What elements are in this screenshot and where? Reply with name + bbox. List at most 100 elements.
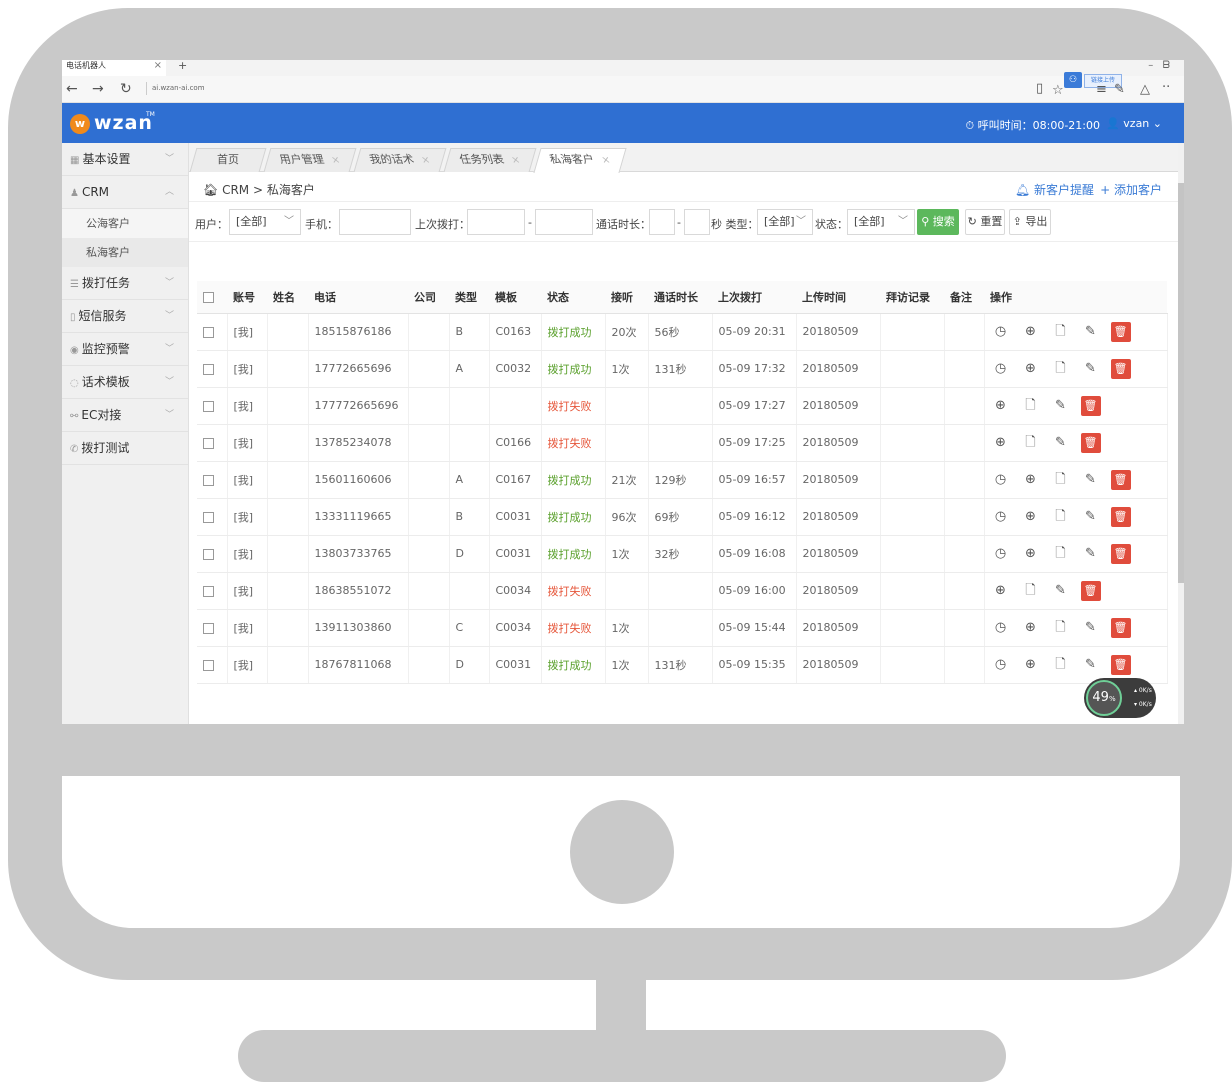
url-field[interactable]: ai.wzan-ai.com (152, 84, 205, 92)
checkbox-icon[interactable] (203, 363, 214, 375)
tab-my-scripts[interactable]: 我的话术 × (353, 148, 447, 172)
network-speed-widget[interactable]: 49% ▴ 0K/s ▾ 0K/s (1084, 678, 1156, 718)
row-checkbox[interactable] (197, 424, 228, 462)
sidebar-item-call-tasks[interactable]: ☰ 拨打任务 ﹀ (62, 267, 188, 300)
add-circle-icon[interactable]: ⊕ (1021, 471, 1041, 489)
document-icon[interactable]: 🗋︎ (1051, 545, 1071, 563)
checkbox-icon[interactable] (203, 659, 214, 671)
table-row[interactable]: [我] 18767811068 D C0031 拨打成功 1次 131秒 05-09 15:3… (197, 646, 1168, 684)
new-tab-icon[interactable]: + (178, 60, 187, 72)
add-circle-icon[interactable]: ⊕ (991, 397, 1011, 415)
column-header[interactable]: 拜访记录 (880, 281, 944, 314)
table-row[interactable]: [我] 18515876186 B C0163 拨打成功 20次 56秒 05-09 20:3… (197, 313, 1168, 351)
document-icon[interactable]: 🗋︎ (1021, 434, 1041, 452)
table-row[interactable]: [我] 13911303860 C C0034 拨打失败 1次 05-09 15:44 201… (197, 609, 1168, 647)
column-header[interactable]: 姓名 (267, 281, 308, 314)
delete-icon[interactable]: 🗑︎ (1080, 580, 1101, 601)
add-circle-icon[interactable]: ⊕ (1021, 656, 1041, 674)
column-header[interactable]: 上次拨打 (712, 281, 796, 314)
clock-icon[interactable]: ◷ (991, 471, 1011, 489)
clock-icon[interactable]: ◷ (991, 656, 1011, 674)
row-checkbox[interactable] (197, 572, 228, 610)
table-row[interactable]: [我] 18638551072 C0034 拨打失败 05-09 16:00 201805… (197, 572, 1168, 610)
table-row[interactable]: [我] 13331119665 B C0031 拨打成功 96次 69秒 05-09 16:1… (197, 498, 1168, 536)
column-header[interactable]: 账号 (227, 281, 267, 314)
document-icon[interactable]: 🗋︎ (1051, 656, 1071, 674)
column-header[interactable]: 通话时长 (648, 281, 712, 314)
sidebar-item-crm[interactable]: ♟ CRM ︿ (62, 176, 188, 209)
browser-tab[interactable]: 电话机器人 × (62, 60, 166, 76)
edit-icon[interactable]: ✎ (1081, 656, 1101, 674)
edit-icon[interactable]: ✎ (1051, 397, 1071, 415)
breadcrumb-root[interactable]: CRM (222, 183, 249, 197)
checkbox-icon[interactable] (203, 400, 214, 412)
sidebar-item-call-test[interactable]: ✆ 拨打测试 (62, 432, 188, 465)
column-header[interactable]: 模板 (489, 281, 541, 314)
row-checkbox[interactable] (197, 535, 228, 573)
edit-icon[interactable]: ✎ (1081, 545, 1101, 563)
document-icon[interactable]: 🗋︎ (1051, 619, 1071, 637)
edit-icon[interactable]: ✎ (1051, 434, 1071, 452)
delete-icon[interactable]: 🗑︎ (1080, 432, 1101, 453)
checkbox-icon[interactable] (203, 622, 214, 634)
delete-icon[interactable]: 🗑︎ (1080, 395, 1101, 416)
add-customer-button[interactable]: + 添加客户 (1100, 181, 1162, 198)
forward-icon[interactable]: → (92, 81, 104, 97)
delete-icon[interactable]: 🗑︎ (1110, 469, 1131, 490)
row-checkbox[interactable] (197, 313, 228, 351)
reader-icon[interactable]: ▯ (1036, 81, 1043, 96)
add-circle-icon[interactable]: ⊕ (991, 434, 1011, 452)
column-header[interactable]: 电话 (308, 281, 408, 314)
more-icon[interactable]: ·· (1162, 80, 1170, 95)
checkbox-icon[interactable] (203, 511, 214, 523)
close-icon[interactable]: × (154, 60, 162, 72)
checkbox-icon[interactable] (203, 291, 214, 303)
phone-input[interactable] (339, 209, 411, 235)
delete-icon[interactable]: 🗑︎ (1110, 543, 1131, 564)
edit-icon[interactable]: ✎ (1081, 619, 1101, 637)
column-header[interactable]: 类型 (449, 281, 489, 314)
refresh-icon[interactable]: ↻ (120, 81, 132, 97)
add-circle-icon[interactable]: ⊕ (1021, 323, 1041, 341)
table-row[interactable]: [我] 15601160606 A C0167 拨打成功 21次 129秒 05-09 16:… (197, 461, 1168, 499)
document-icon[interactable]: 🗋︎ (1051, 360, 1071, 378)
last-call-end-input[interactable] (535, 209, 593, 235)
column-header[interactable]: 上传时间 (796, 281, 880, 314)
duration-max-input[interactable] (684, 209, 710, 235)
extension-icon[interactable]: ⚇ (1064, 72, 1082, 88)
clock-icon[interactable]: ◷ (991, 508, 1011, 526)
document-icon[interactable]: 🗋︎ (1021, 397, 1041, 415)
clock-icon[interactable]: ◷ (991, 619, 1011, 637)
type-select[interactable]: [全部] ﹀ (757, 209, 813, 235)
sidebar-item-public-customers[interactable]: 公海客户 (62, 209, 188, 238)
edit-icon[interactable]: ✎ (1081, 508, 1101, 526)
document-icon[interactable]: 🗋︎ (1021, 582, 1041, 600)
add-circle-icon[interactable]: ⊕ (1021, 508, 1041, 526)
user-select[interactable]: [全部] ﹀ (229, 209, 301, 235)
home-icon[interactable]: 🏠︎ (203, 183, 218, 197)
table-row[interactable]: [我] 13803733765 D C0031 拨打成功 1次 32秒 05-09 16:08… (197, 535, 1168, 573)
tab-home[interactable]: 首页 (189, 148, 267, 172)
sidebar-item-basic-settings[interactable]: ▦ 基本设置 ﹀ (62, 143, 188, 176)
delete-icon[interactable]: 🗑︎ (1110, 617, 1131, 638)
table-row[interactable]: [我] 13785234078 C0166 拨打失败 05-09 17:25 201805… (197, 424, 1168, 462)
table-row[interactable]: [我] 177772665696 拨打失败 05-09 17:27 20180509 ⊕ 🗋… (197, 387, 1168, 425)
row-checkbox[interactable] (197, 350, 228, 388)
checkbox-icon[interactable] (203, 548, 214, 560)
last-call-start-input[interactable] (467, 209, 525, 235)
tab-private-customers[interactable]: 私海客户 × (533, 148, 627, 173)
status-select[interactable]: [全部] ﹀ (847, 209, 915, 235)
add-circle-icon[interactable]: ⊕ (1021, 360, 1041, 378)
favorite-icon[interactable]: ☆ (1052, 83, 1064, 98)
add-circle-icon[interactable]: ⊕ (1021, 545, 1041, 563)
document-icon[interactable]: 🗋︎ (1051, 508, 1071, 526)
clock-icon[interactable]: ◷ (991, 545, 1011, 563)
back-icon[interactable]: ← (66, 81, 78, 97)
share-icon[interactable]: △ (1140, 82, 1150, 97)
add-circle-icon[interactable]: ⊕ (991, 582, 1011, 600)
edit-icon[interactable]: ✎ (1051, 582, 1071, 600)
delete-icon[interactable]: 🗑︎ (1110, 358, 1131, 379)
close-icon[interactable]: × (418, 150, 433, 172)
note-icon[interactable]: ✎ (1114, 82, 1125, 97)
delete-icon[interactable]: 🗑︎ (1110, 506, 1131, 527)
